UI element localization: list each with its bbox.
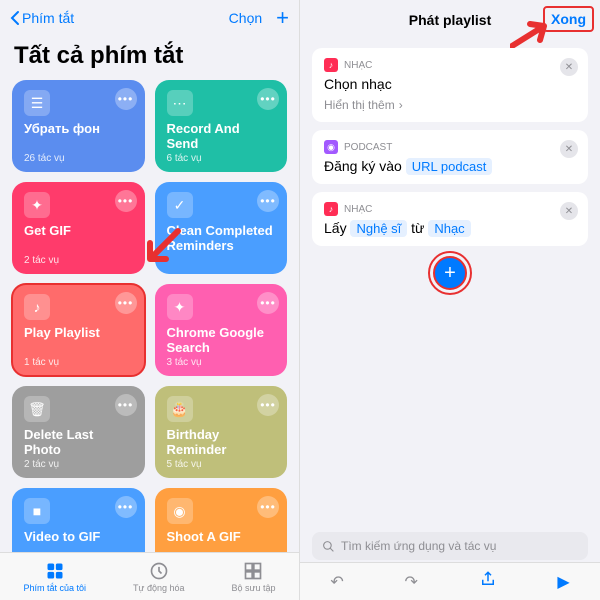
check-icon: ✓ [167,192,193,218]
nav-header: Phím tắt Chọn + [0,0,299,36]
card-subtitle: 3 tác vụ [167,357,202,368]
show-more-button[interactable]: Hiển thị thêm › [324,98,576,112]
annotation-arrow-icon [140,225,184,269]
podcast-app-icon: ◉ [324,140,338,154]
shortcut-card[interactable]: ⋯ ••• Record And Send 6 tác vụ [155,80,288,172]
card-menu-button[interactable]: ••• [115,190,137,212]
action-box-get-artist[interactable]: ✕ ♪ NHẠC Lấy Nghệ sĩ từ Nhạc [312,192,588,246]
card-menu-button[interactable]: ••• [115,88,137,110]
wand-icon: ✦ [24,192,50,218]
remove-action-icon[interactable]: ✕ [560,202,578,220]
remove-action-icon[interactable]: ✕ [560,58,578,76]
app-name: NHẠC [344,60,372,71]
card-menu-button[interactable]: ••• [257,190,279,212]
shortcut-card[interactable]: ✦ ••• Get GIF 2 tác vụ [12,182,145,274]
action-text: Lấy Nghệ sĩ từ Nhạc [324,220,576,236]
card-subtitle: 1 tác vụ [24,357,59,368]
action-app-header: ◉ PODCAST [324,140,576,154]
music-app-icon: ♪ [324,58,338,72]
chevron-right-icon: › [399,98,403,112]
param-chip[interactable]: URL podcast [406,158,493,175]
action-box-music[interactable]: ✕ ♪ NHẠC Chọn nhạc Hiển thị thêm › [312,48,588,122]
add-action-button[interactable]: + [433,256,467,290]
editor-header: Phát playlist Xong [300,0,600,40]
run-button[interactable]: ▶ [557,572,569,592]
tab-label: Phím tắt của tôi [23,583,86,593]
tab-gallery[interactable]: Bộ sưu tập [231,561,275,593]
card-title: Shoot A GIF [167,530,276,545]
editor-title: Phát playlist [409,12,491,28]
action-text: Chọn nhạc [324,76,576,92]
card-menu-button[interactable]: ••• [257,394,279,416]
card-menu-button[interactable]: ••• [257,292,279,314]
card-menu-button[interactable]: ••• [115,394,137,416]
action-text: Đăng ký vào URL podcast [324,158,576,174]
share-icon [479,570,497,588]
card-title: Play Playlist [24,326,133,341]
shortcut-card[interactable]: ☰ ••• Убрать фон 26 tác vụ [12,80,145,172]
card-title: Chrome Google Search [167,326,276,356]
card-subtitle: 5 tác vụ [167,459,202,470]
card-subtitle: 6 tác vụ [167,153,202,164]
tab-my-shortcuts[interactable]: Phím tắt của tôi [23,561,86,593]
done-button[interactable]: Xong [543,6,594,32]
search-placeholder: Tìm kiếm ứng dụng và tác vụ [341,539,496,553]
card-subtitle: 2 tác vụ [24,459,59,470]
shortcuts-list-pane: Phím tắt Chọn + Tất cả phím tắt ☰ ••• Уб… [0,0,300,600]
shortcut-card[interactable]: 🗑 ••• Delete Last Photo 2 tác vụ [12,386,145,478]
search-input[interactable]: Tìm kiếm ứng dụng và tác vụ [312,532,588,560]
editor-toolbar: ↶ ↷ ▶ [300,562,600,600]
card-subtitle: 2 tác vụ [24,255,59,266]
param-chip[interactable]: Nhạc [428,220,470,237]
music-app-icon: ♪ [324,202,338,216]
card-title: Birthday Reminder [167,428,276,458]
redo-button[interactable]: ↷ [404,572,417,592]
cake-icon: 🎂 [167,396,193,422]
select-button[interactable]: Chọn [229,10,262,26]
card-title: Video to GIF [24,530,133,545]
app-name: PODCAST [344,142,392,153]
card-menu-button[interactable]: ••• [257,496,279,518]
card-title: Убрать фон [24,122,133,137]
card-title: Record And Send [167,122,276,152]
action-app-header: ♪ NHẠC [324,202,576,216]
music-icon: ♪ [24,294,50,320]
layers-icon: ☰ [24,90,50,116]
add-shortcut-button[interactable]: + [276,5,289,31]
annotation-arrow-icon [510,20,550,50]
card-subtitle: 26 tác vụ [24,153,65,164]
shortcut-card[interactable]: ✦ ••• Chrome Google Search 3 tác vụ [155,284,288,376]
card-title: Get GIF [24,224,133,239]
shortcut-card[interactable]: 🎂 ••• Birthday Reminder 5 tác vụ [155,386,288,478]
back-label: Phím tắt [22,10,74,26]
remove-action-icon[interactable]: ✕ [560,140,578,158]
wand-icon: ✦ [167,294,193,320]
video-icon: ■ [24,498,50,524]
param-chip[interactable]: Nghệ sĩ [350,220,407,237]
action-app-header: ♪ NHẠC [324,58,576,72]
tab-label: Tự động hóa [133,583,185,593]
action-box-podcast[interactable]: ✕ ◉ PODCAST Đăng ký vào URL podcast [312,130,588,184]
card-menu-button[interactable]: ••• [115,496,137,518]
back-button[interactable]: Phím tắt [10,10,74,26]
dots-icon: ⋯ [167,90,193,116]
trash-icon: 🗑 [24,396,50,422]
app-name: NHẠC [344,204,372,215]
tab-automation[interactable]: Tự động hóa [133,561,185,593]
card-menu-button[interactable]: ••• [257,88,279,110]
camera-icon: ◉ [167,498,193,524]
tab-label: Bộ sưu tập [231,583,275,593]
undo-button[interactable]: ↶ [330,572,343,592]
card-menu-button[interactable]: ••• [115,292,137,314]
shortcut-editor-pane: Phát playlist Xong ✕ ♪ NHẠC Chọn nhạc Hi… [300,0,600,600]
page-title: Tất cả phím tắt [0,36,299,80]
card-title: Delete Last Photo [24,428,133,458]
search-icon [322,540,335,553]
share-button[interactable] [479,570,497,593]
shortcuts-grid: ☰ ••• Убрать фон 26 tác vụ⋯ ••• Record A… [0,80,299,580]
shortcut-card[interactable]: ♪ ••• Play Playlist 1 tác vụ [12,284,145,376]
tab-bar: Phím tắt của tôi Tự động hóa Bộ sưu tập [0,552,299,600]
